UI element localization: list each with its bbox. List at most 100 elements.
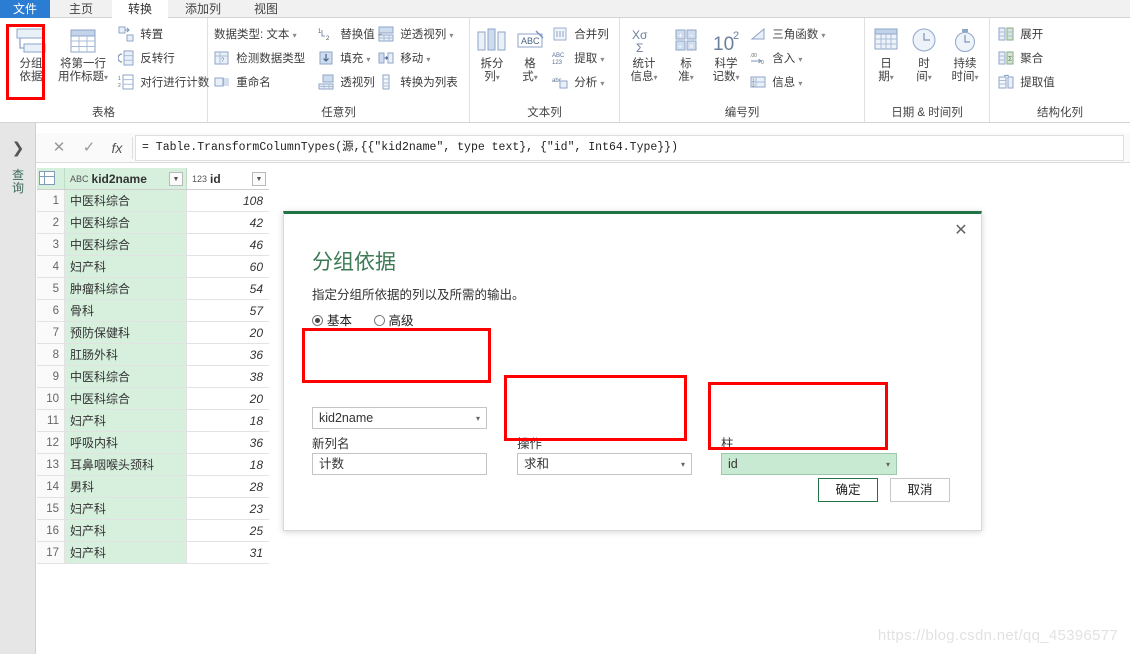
table-row[interactable]: 5 肿瘤科综合 54: [37, 278, 269, 300]
data-type-button[interactable]: 数据类型: 文本 ▾: [214, 24, 297, 46]
cell-id[interactable]: 36: [187, 344, 269, 365]
cell-kid2name[interactable]: 中医科综合: [65, 388, 187, 409]
group-by-button[interactable]: 分组 依据: [4, 26, 58, 84]
chevron-down-icon[interactable]: ▾: [104, 73, 108, 82]
table-row[interactable]: 13 耳鼻咽喉头颈科 18: [37, 454, 269, 476]
standard-button[interactable]: + − ÷ × 标 准▾: [668, 26, 704, 84]
duration-button[interactable]: 持续 时间▾: [943, 26, 987, 84]
cell-id[interactable]: 25: [187, 520, 269, 541]
chevron-down-icon[interactable]: ▾: [426, 55, 430, 64]
ok-button[interactable]: 确定: [818, 478, 878, 502]
split-column-button[interactable]: 拆分 列▾: [472, 26, 512, 84]
table-row[interactable]: 2 中医科综合 42: [37, 212, 269, 234]
chevron-down-icon[interactable]: ▾: [653, 73, 657, 82]
cell-kid2name[interactable]: 骨科: [65, 300, 187, 321]
insert-function-icon[interactable]: fx: [104, 137, 130, 159]
table-row[interactable]: 15 妇产科 23: [37, 498, 269, 520]
fill-button[interactable]: 填充 ▾: [318, 48, 370, 70]
use-first-row-as-header-button[interactable]: 将第一行 用作标题▾: [52, 26, 114, 84]
scientific-button[interactable]: 10 2 科学 记数▾: [706, 26, 746, 84]
chevron-down-icon[interactable]: ▾: [600, 55, 604, 64]
aggregate-button[interactable]: Σ 聚合: [998, 48, 1043, 70]
filter-dropdown-id[interactable]: ▼: [252, 172, 266, 186]
table-row[interactable]: 4 妇产科 60: [37, 256, 269, 278]
table-row[interactable]: 12 呼吸内科 36: [37, 432, 269, 454]
cell-kid2name[interactable]: 妇产科: [65, 520, 187, 541]
pivot-column-button[interactable]: 透视列: [318, 72, 375, 94]
tab-view[interactable]: 视图: [238, 0, 294, 18]
table-row[interactable]: 17 妇产科 31: [37, 542, 269, 564]
chevron-down-icon[interactable]: ▾: [928, 73, 932, 82]
chevron-down-icon[interactable]: ▾: [690, 73, 694, 82]
formula-accept-button[interactable]: ✓: [76, 137, 102, 159]
move-button[interactable]: 移动 ▾: [378, 48, 430, 70]
column-select[interactable]: id ▾: [721, 453, 897, 475]
operation-select[interactable]: 求和 ▾: [517, 453, 692, 475]
format-button[interactable]: ABC 格 式▾: [512, 26, 548, 84]
cell-id[interactable]: 23: [187, 498, 269, 519]
statistics-button[interactable]: Χσ Σ 统计 信息▾: [622, 26, 666, 84]
filter-dropdown-kid2name[interactable]: ▼: [169, 172, 183, 186]
grid-column-header-kid2name[interactable]: ABC kid2name ▼: [65, 168, 187, 189]
grid-column-header-id[interactable]: 123 id ▼: [187, 168, 269, 189]
convert-to-list-button[interactable]: 转换为列表: [378, 72, 458, 94]
table-row[interactable]: 10 中医科综合 20: [37, 388, 269, 410]
replace-values-button[interactable]: 1 2 替换值 ▾: [318, 24, 382, 46]
chevron-down-icon[interactable]: ▾: [600, 79, 604, 88]
chevron-down-icon[interactable]: ▾: [886, 454, 890, 474]
chevron-down-icon[interactable]: ▾: [476, 408, 480, 428]
time-button[interactable]: 时 间▾: [905, 26, 943, 84]
formula-input[interactable]: = Table.TransformColumnTypes(源,{{"kid2na…: [135, 135, 1124, 161]
cell-kid2name[interactable]: 呼吸内科: [65, 432, 187, 453]
cell-kid2name[interactable]: 中医科综合: [65, 212, 187, 233]
chevron-down-icon[interactable]: ▾: [890, 73, 894, 82]
cell-id[interactable]: 46: [187, 234, 269, 255]
chevron-down-icon[interactable]: ▾: [681, 454, 685, 474]
radio-basic[interactable]: 基本: [312, 310, 352, 329]
expand-queries-pane-icon[interactable]: ❯: [0, 139, 36, 157]
transpose-button[interactable]: 转置: [118, 24, 163, 46]
tab-transform[interactable]: 转换: [112, 0, 168, 18]
chevron-down-icon[interactable]: ▾: [798, 55, 802, 64]
information-button[interactable]: 1 3 信息 ▾: [750, 72, 802, 94]
cell-id[interactable]: 31: [187, 542, 269, 563]
cell-id[interactable]: 38: [187, 366, 269, 387]
cancel-button[interactable]: 取消: [890, 478, 950, 502]
table-row[interactable]: 3 中医科综合 46: [37, 234, 269, 256]
chevron-down-icon[interactable]: ▾: [449, 31, 453, 40]
expand-button[interactable]: 展开: [998, 24, 1043, 46]
date-button[interactable]: 日 期▾: [867, 26, 905, 84]
cell-id[interactable]: 18: [187, 454, 269, 475]
extract-button[interactable]: ABC 123 提取 ▾: [552, 48, 604, 70]
cell-id[interactable]: 18: [187, 410, 269, 431]
cell-id[interactable]: 36: [187, 432, 269, 453]
table-row[interactable]: 14 男科 28: [37, 476, 269, 498]
chevron-down-icon[interactable]: ▾: [798, 79, 802, 88]
new-column-name-input[interactable]: 计数: [312, 453, 487, 475]
cell-kid2name[interactable]: 耳鼻咽喉头颈科: [65, 454, 187, 475]
chevron-down-icon[interactable]: ▾: [534, 73, 538, 82]
cell-id[interactable]: 54: [187, 278, 269, 299]
merge-columns-button[interactable]: 合并列: [552, 24, 609, 46]
cell-id[interactable]: 108: [187, 190, 269, 211]
cell-kid2name[interactable]: 妇产科: [65, 256, 187, 277]
table-row[interactable]: 8 肛肠外科 36: [37, 344, 269, 366]
group-by-column-select[interactable]: kid2name ▾: [312, 407, 487, 429]
cell-kid2name[interactable]: 妇产科: [65, 498, 187, 519]
cell-kid2name[interactable]: 中医科综合: [65, 366, 187, 387]
rename-button[interactable]: 重命名: [214, 72, 271, 94]
cell-id[interactable]: 60: [187, 256, 269, 277]
unpivot-column-button[interactable]: 逆透视列 ▾: [378, 24, 453, 46]
rounding-button[interactable]: .00 0 含入 ▾: [750, 48, 802, 70]
count-rows-button[interactable]: 1 2 对行进行计数: [118, 72, 209, 94]
table-row[interactable]: 16 妇产科 25: [37, 520, 269, 542]
grid-select-all-corner[interactable]: [37, 168, 65, 189]
chevron-down-icon[interactable]: ▾: [293, 31, 297, 40]
cell-id[interactable]: 42: [187, 212, 269, 233]
table-row[interactable]: 9 中医科综合 38: [37, 366, 269, 388]
trigonometry-button[interactable]: 三角函数 ▾: [750, 24, 825, 46]
cell-id[interactable]: 20: [187, 388, 269, 409]
chevron-down-icon[interactable]: ▾: [496, 73, 500, 82]
cell-kid2name[interactable]: 男科: [65, 476, 187, 497]
cell-kid2name[interactable]: 妇产科: [65, 410, 187, 431]
